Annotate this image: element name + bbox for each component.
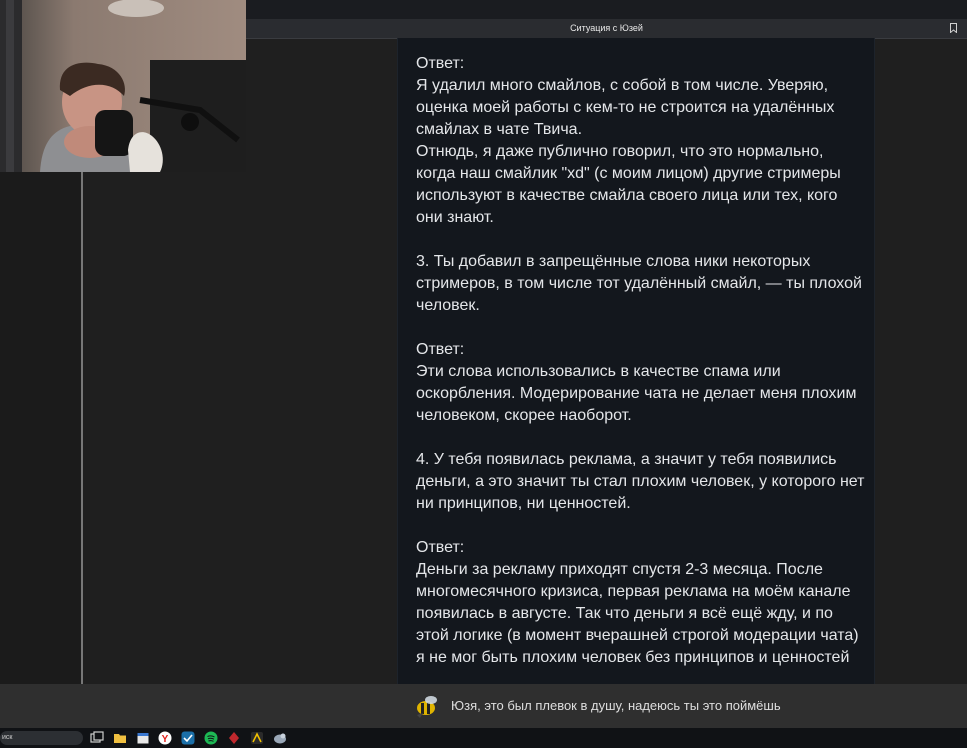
browser-tab-bar: Ситуация с Юзей (246, 19, 967, 39)
app-red-icon[interactable] (227, 731, 241, 745)
file-explorer-icon[interactable] (113, 731, 127, 745)
yandex-icon[interactable]: Y (158, 731, 172, 745)
tab-title[interactable]: Ситуация с Юзей (246, 19, 967, 38)
steam-icon[interactable] (181, 731, 195, 745)
task-view-icon[interactable] (90, 731, 104, 745)
article-paragraph: Ответ: Я удалил много смайлов, с собой в… (416, 55, 841, 226)
article-paragraph: 3. Ты добавил в запрещённые слова ники н… (416, 253, 862, 314)
left-panel (0, 172, 83, 684)
article-content: Ответ: Я удалил много смайлов, с собой в… (416, 53, 866, 669)
article-paragraph: Ответ: Деньги за рекламу приходят спустя… (416, 539, 859, 666)
panel-divider[interactable] (81, 172, 83, 684)
streamer-webcam (0, 0, 246, 172)
svg-text:Y: Y (162, 734, 169, 745)
bookmark-icon[interactable] (950, 23, 957, 33)
app-dark-icon[interactable] (250, 731, 264, 745)
article-paragraph: Ответ: Эти слова использовались в качест… (416, 341, 857, 424)
taskbar: иск Y (0, 728, 967, 748)
article-panel: Ответ: Я удалил много смайлов, с собой в… (397, 38, 875, 684)
article-paragraph: 4. У тебя появилась реклама, а значит у … (416, 451, 865, 512)
calendar-icon[interactable] (136, 731, 150, 745)
chat-message: Юзя, это был плевок в душу, надеюсь ты э… (451, 698, 781, 713)
taskbar-search-input[interactable]: иск (0, 731, 83, 745)
spotify-icon[interactable] (204, 731, 218, 745)
bee-icon (417, 696, 437, 718)
app-bird-icon[interactable] (273, 731, 287, 745)
chat-overlay-bar: Юзя, это был плевок в душу, надеюсь ты э… (0, 684, 967, 728)
